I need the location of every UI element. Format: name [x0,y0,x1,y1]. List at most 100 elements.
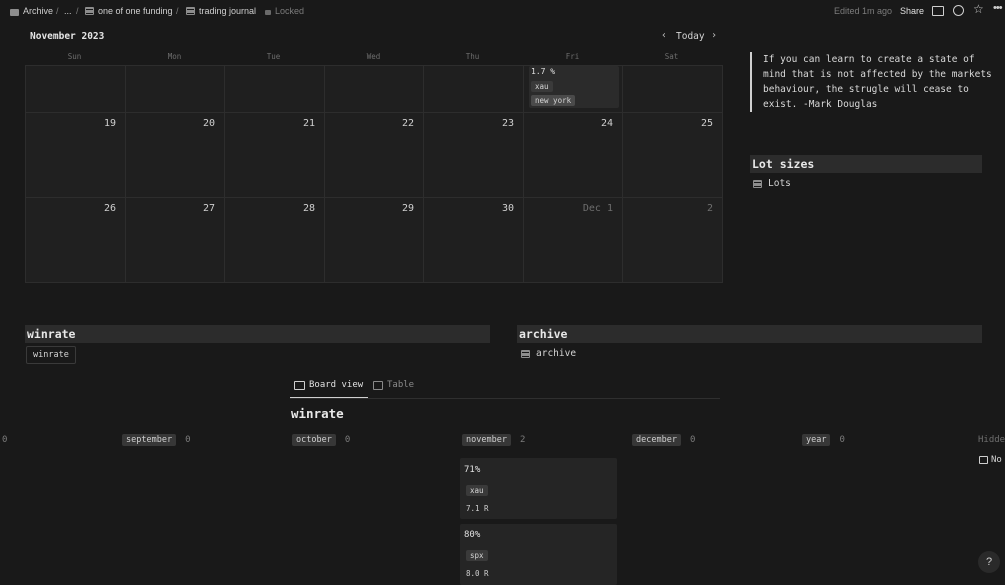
board-card[interactable]: 80% spx 8.0 R [460,524,617,585]
weekday-tue: Tue [266,52,281,61]
breadcrumb-ellipsis[interactable]: ... [64,6,72,16]
day-number: 30 [501,203,514,214]
inbox-icon [979,456,988,464]
day-number: 2 [706,203,713,214]
day-number: 23 [501,118,514,129]
calendar-day-cell[interactable]: 23 [424,113,524,198]
calendar-day-cell[interactable]: 30 [424,198,524,283]
archive-page-link[interactable]: archive [521,348,576,359]
locked-indicator[interactable]: Locked [265,6,304,16]
calendar-day-cell[interactable]: 24 [524,113,623,198]
breadcrumb-separator: / [176,6,179,16]
day-number: 27 [202,203,215,214]
share-button[interactable]: Share [900,6,924,16]
event-session-tag: new york [531,95,576,106]
comment-icon[interactable] [932,6,944,16]
breadcrumb-one-of-one-funding[interactable]: one of one funding [85,6,173,16]
weekday-fri: Fri [565,52,580,61]
page-icon [85,7,94,15]
event-asset-tag: xau [531,81,553,92]
table-icon [373,380,383,390]
calendar-day-cell[interactable]: 19 [26,113,126,198]
board-icon [294,380,305,390]
tabs-divider [290,398,720,399]
calendar-day-cell[interactable] [325,66,424,113]
day-number: 26 [103,203,116,214]
chevron-right-icon[interactable]: › [711,30,717,41]
quote-block: If you can learn to create a state of mi… [750,52,995,112]
calendar-day-cell[interactable]: 21 [225,113,325,198]
day-number: 28 [302,203,315,214]
calendar-day-cell[interactable]: 26 [26,198,126,283]
tab-board-view[interactable]: Board view [294,380,363,390]
board-card[interactable]: 71% xau 7.1 R [460,458,617,519]
calendar-day-cell[interactable]: 20 [126,113,225,198]
history-icon[interactable] [953,5,964,16]
card-winrate: 80% [464,530,481,540]
hidden-group-no[interactable]: No [979,455,1002,465]
help-button[interactable]: ? [978,551,1000,573]
folder-icon [10,8,19,16]
top-bar: Archive / ... / one of one funding / tra… [0,0,1005,24]
edited-timestamp: Edited 1m ago [834,6,893,16]
calendar-day-cell[interactable] [225,66,325,113]
card-winrate: 71% [464,465,481,475]
calendar-day-cell[interactable]: 28 [225,198,325,283]
day-number: 21 [302,118,315,129]
winrate-button[interactable]: winrate [26,346,76,364]
page-icon [753,179,762,188]
more-icon[interactable]: ••• [993,2,1003,14]
lots-page-link[interactable]: Lots [753,178,791,189]
day-number: 19 [103,118,116,129]
breadcrumb-separator: / [56,6,59,16]
page-icon [521,349,530,358]
board-title: winrate [291,406,344,421]
calendar-day-cell[interactable] [424,66,524,113]
calendar-day-cell[interactable]: 29 [325,198,424,283]
tab-table[interactable]: Table [373,380,414,390]
lot-sizes-heading: Lot sizes [750,155,982,173]
breadcrumb-trading-journal[interactable]: trading journal [186,6,256,16]
day-number: 25 [700,118,713,129]
day-number: 20 [202,118,215,129]
calendar-event-card[interactable]: 1.7 % xau new york [529,66,619,108]
lock-icon [265,9,271,15]
today-button[interactable]: Today [676,31,705,42]
event-value: 1.7 % [531,67,556,76]
column-count: 0 [2,435,8,445]
column-october[interactable]: october 0 [292,434,350,446]
weekday-sat: Sat [664,52,679,61]
calendar-day-cell[interactable] [126,66,225,113]
card-asset-tag: spx [466,550,488,561]
card-asset-tag: xau [466,485,488,496]
day-number: 29 [401,203,414,214]
weekday-thu: Thu [465,52,480,61]
day-number: Dec 1 [582,203,613,214]
calendar-day-cell[interactable]: 22 [325,113,424,198]
calendar-day-cell[interactable]: 27 [126,198,225,283]
calendar-day-cell[interactable]: 2 [623,198,723,283]
column-year[interactable]: year 0 [802,434,845,446]
column-november[interactable]: november 2 [462,434,525,446]
calendar-day-cell[interactable]: Dec 1 [524,198,623,283]
chevron-left-icon[interactable]: ‹ [661,30,667,41]
card-r-value: 8.0 R [466,569,489,578]
breadcrumb-separator: / [76,6,79,16]
day-number: 22 [401,118,414,129]
day-number: 24 [600,118,613,129]
weekday-wed: Wed [366,52,381,61]
column-september[interactable]: september 0 [122,434,190,446]
winrate-heading: winrate [25,325,490,343]
calendar-month-title: November 2023 [30,31,105,42]
page-icon [186,7,195,15]
calendar-day-cell[interactable]: 25 [623,113,723,198]
hidden-groups-label[interactable]: Hidde [978,435,1005,445]
star-icon[interactable]: ☆ [973,2,984,16]
archive-heading: archive [517,325,982,343]
breadcrumb-archive[interactable]: Archive [10,6,53,16]
card-r-value: 7.1 R [466,504,489,513]
calendar-day-cell[interactable] [623,66,723,113]
calendar-day-cell[interactable] [26,66,126,113]
weekday-mon: Mon [167,52,182,61]
column-december[interactable]: december 0 [632,434,695,446]
